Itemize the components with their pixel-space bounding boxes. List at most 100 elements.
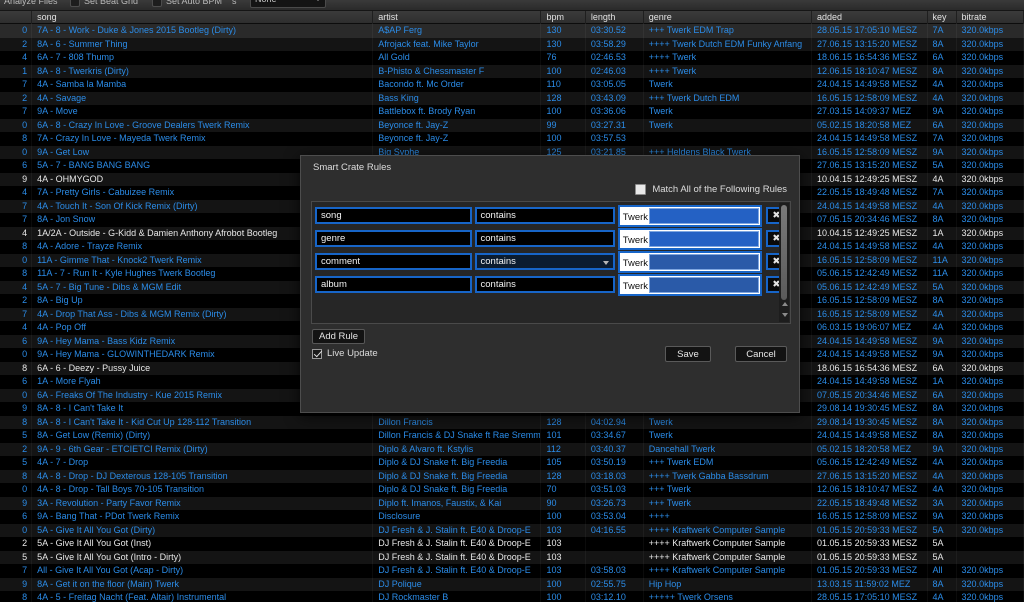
table-row[interactable]: 0 7A - 8 - Work - Duke & Jones 2015 Bootl… [0, 24, 1024, 38]
table-row[interactable]: 0 6A - 8 - Crazy In Love - Groove Dealers… [0, 118, 1024, 132]
match-all-checkbox[interactable] [635, 184, 647, 195]
table-row[interactable]: 1 8A - 8 - Twerkris (Dirty) B-Phisto & Che… [0, 64, 1024, 78]
rule-value-input[interactable]: Twerk [617, 204, 762, 227]
add-rule-button[interactable]: Add Rule [312, 329, 366, 344]
table-row[interactable]: 8 7A - Crazy In Love - Mayeda Twerk Remix… [0, 132, 1024, 146]
cell-length: 04:02.94 [586, 415, 644, 429]
cell-length: 03:58.03 [586, 564, 644, 578]
table-row[interactable]: 2 9A - 9 - 6th Gear - ETCIETCI Remix (Dir… [0, 442, 1024, 456]
rules-scrollbar[interactable] [779, 203, 789, 322]
match-all-label: Match All of the Following Rules [652, 184, 787, 195]
cell-num: 0 [0, 523, 33, 537]
save-button[interactable]: Save [665, 346, 711, 362]
column-header-num[interactable] [0, 10, 33, 24]
table-row[interactable]: 2 8A - 6 - Summer Thing Afrojack feat. Mik… [0, 37, 1024, 51]
table-row[interactable]: 9 8A - Get it on the floor (Main) Twerk DJ… [0, 577, 1024, 591]
table-row[interactable]: 7 All - Give It All You Got (Acap - Dirty… [0, 564, 1024, 578]
column-header-bpm[interactable]: bpm [541, 10, 586, 24]
cell-bpm: 100 [541, 510, 586, 524]
cell-num: 5 [0, 550, 33, 564]
table-row[interactable]: 0 4A - 8 - Drop - Tall Boys 70-105 Transi… [0, 483, 1024, 497]
cell-key: 4A [928, 321, 957, 335]
cell-genre: ++++ [644, 510, 813, 524]
table-row[interactable]: 5 8A - Get Low (Remix) (Dirty) Dillon Fran… [0, 429, 1024, 443]
rule-operator-value: contains [480, 233, 516, 244]
table-row[interactable]: 7 4A - Samba la Mamba Bacondo ft. Mc Order… [0, 78, 1024, 92]
table-row[interactable]: 8 8A - 8 - I Can't Take It - Kid Cut Up 1… [0, 415, 1024, 429]
table-row[interactable]: 4 6A - 7 - 808 Thump All Gold 76 02:46.53 +++… [0, 51, 1024, 65]
column-header-bitrate[interactable]: bitrate [957, 10, 1024, 24]
analyze-files-button[interactable]: Analyze Files [4, 0, 58, 6]
table-row[interactable]: 0 5A - Give It All You Got (Dirty) DJ Fres… [0, 523, 1024, 537]
rule-field-select[interactable]: song [315, 207, 472, 224]
cell-bitrate: 320.0kbps [957, 469, 1024, 483]
table-row[interactable]: 5 5A - Give It All You Got (Intro - Dirty… [0, 550, 1024, 564]
cell-added: 12.06.15 18:10:47 MESZ [812, 483, 928, 497]
cell-artist: Diplo & DJ Snake ft. Big Freedia [373, 483, 542, 497]
column-header-length[interactable]: length [586, 10, 644, 24]
rule-value-input[interactable]: Twerk [617, 227, 762, 250]
table-row[interactable]: 6 9A - Bang That - PDot Twerk Remix Disclo… [0, 510, 1024, 524]
cell-length: 02:46.03 [586, 64, 644, 78]
cell-length: 03:43.09 [586, 91, 644, 105]
cell-artist: A$AP Ferg [373, 24, 542, 38]
table-row[interactable]: 8 4A - 5 - Freitag Nacht (Feat. Altair) I… [0, 591, 1024, 602]
cell-key: 4A [928, 240, 957, 254]
cell-bpm: 103 [541, 537, 586, 551]
column-header-artist[interactable]: artist [373, 10, 542, 24]
set-auto-bpm-checkbox[interactable] [152, 0, 162, 7]
set-beat-grid-label: Set Beat Grid [84, 0, 139, 6]
set-beat-grid-checkbox[interactable] [70, 0, 80, 7]
bpm-range-select[interactable]: None [250, 0, 326, 8]
cell-key: 1A [928, 375, 957, 389]
rule-field-select[interactable]: album [315, 276, 472, 293]
table-row[interactable]: 7 9A - Move Battlebox ft. Brody Ryan 100 03:… [0, 105, 1024, 119]
cell-num: 7 [0, 199, 33, 213]
cell-bitrate: 320.0kbps [957, 213, 1024, 227]
scroll-up-arrow-icon[interactable] [781, 302, 788, 306]
cell-added: 16.05.15 12:58:09 MESZ [812, 294, 928, 308]
rule-value-input[interactable]: Twerk [617, 273, 762, 296]
rules-scrollbar-thumb[interactable] [781, 205, 787, 300]
live-update-checkbox[interactable] [312, 348, 322, 359]
cell-song: 6A - 7 - 808 Thump [32, 51, 374, 65]
cell-length: 03:57.53 [586, 132, 644, 146]
table-row[interactable]: 2 4A - Savage Bass King 128 03:43.09 +++ Twer… [0, 91, 1024, 105]
match-all-row[interactable]: Match All of the Following Rules [635, 184, 787, 195]
column-header-song[interactable]: song [32, 10, 374, 24]
cell-key: 7A [928, 186, 957, 200]
cell-key: 5A [928, 550, 957, 564]
cell-added: 18.06.15 16:54:36 MESZ [812, 361, 928, 375]
table-row[interactable]: 8 4A - 8 - Drop - DJ Dexterous 128-105 Tr… [0, 469, 1024, 483]
rule-operator-select[interactable]: contains [474, 253, 615, 270]
scroll-down-arrow-icon[interactable] [781, 313, 788, 317]
cell-num: 4 [0, 51, 33, 65]
cell-artist: B-Phisto & Chessmaster F [373, 64, 542, 78]
cell-song: 8A - 8 - I Can't Take It - Kid Cut Up 12… [32, 415, 374, 429]
cell-key: 9A [928, 334, 957, 348]
rule-row: song contains Twerk ✖ [315, 204, 787, 227]
table-row[interactable]: 5 4A - 7 - Drop Diplo & DJ Snake ft. Big F… [0, 456, 1024, 470]
table-row[interactable]: 9 3A - Revolution - Party Favor Remix Dipl… [0, 496, 1024, 510]
table-row[interactable]: 2 5A - Give It All You Got (Inst) DJ Fresh… [0, 537, 1024, 551]
rule-operator-select[interactable]: contains [474, 230, 615, 247]
cell-bitrate: 320.0kbps [957, 78, 1024, 92]
rule-field-select[interactable]: comment [315, 253, 472, 270]
cell-bitrate: 320.0kbps [957, 253, 1024, 267]
cell-genre: ++++ Kraftwerk Computer Sample [644, 550, 813, 564]
cell-added: 01.05.15 20:59:33 MESZ [812, 523, 928, 537]
live-update-row[interactable]: Live Update [312, 348, 378, 359]
cell-bitrate: 320.0kbps [957, 64, 1024, 78]
cell-num: 2 [0, 442, 33, 456]
rule-value-input[interactable]: Twerk [617, 250, 762, 273]
cell-artist: Bacondo ft. Mc Order [373, 78, 542, 92]
column-header-key[interactable]: key [928, 10, 957, 24]
cell-bpm: 100 [541, 577, 586, 591]
rule-operator-select[interactable]: contains [474, 276, 615, 293]
column-header-genre[interactable]: genre [644, 10, 813, 24]
rule-field-select[interactable]: genre [315, 230, 472, 247]
rule-operator-select[interactable]: contains [474, 207, 615, 224]
cancel-button[interactable]: Cancel [735, 346, 787, 362]
column-header-added[interactable]: added [812, 10, 928, 24]
cell-bitrate [957, 550, 1024, 564]
